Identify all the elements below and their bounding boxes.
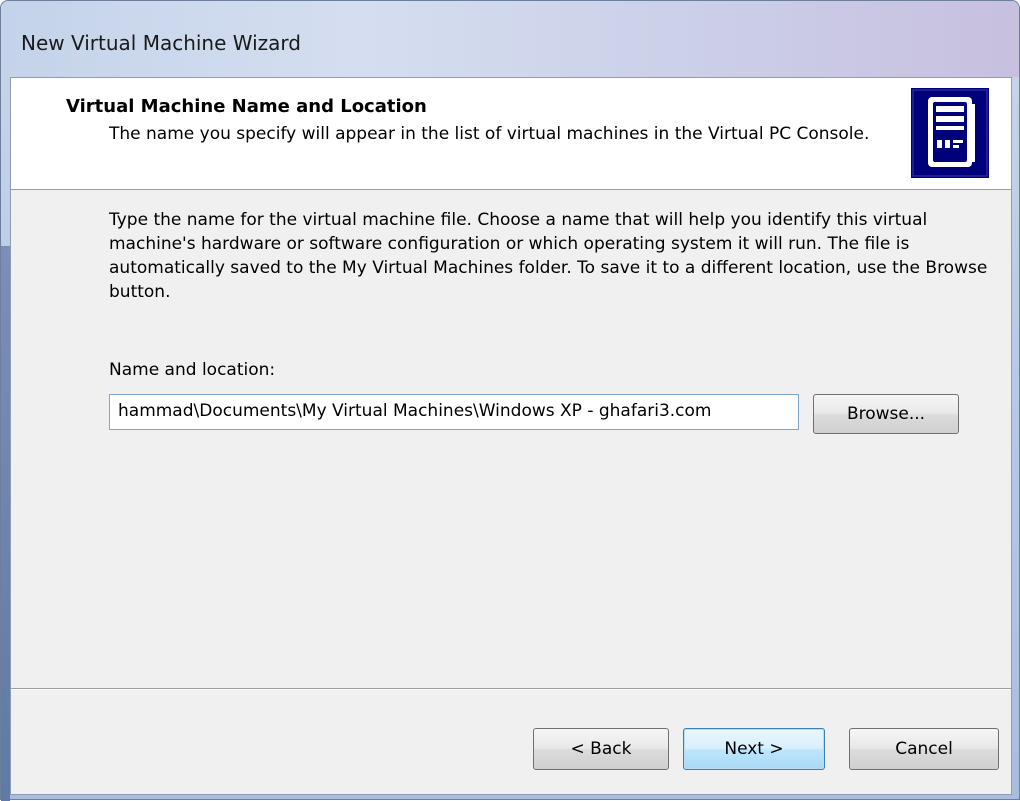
name-location-input[interactable]: hammad\Documents\My Virtual Machines\Win… bbox=[109, 394, 799, 430]
page-subtitle: The name you specify will appear in the … bbox=[109, 124, 870, 144]
name-location-label: Name and location: bbox=[109, 360, 276, 380]
browse-button[interactable]: Browse... bbox=[813, 394, 959, 434]
window-title: New Virtual Machine Wizard bbox=[21, 31, 301, 55]
wizard-header: Virtual Machine Name and Location The na… bbox=[11, 78, 1011, 190]
wizard-client-area: Virtual Machine Name and Location The na… bbox=[10, 77, 1012, 795]
title-bar[interactable]: New Virtual Machine Wizard bbox=[1, 1, 1019, 77]
cancel-button[interactable]: Cancel bbox=[849, 728, 999, 770]
window-frame-edge bbox=[1, 246, 10, 801]
page-title: Virtual Machine Name and Location bbox=[66, 96, 427, 117]
back-button[interactable]: < Back bbox=[533, 728, 669, 770]
footer-divider bbox=[11, 688, 1011, 690]
computer-tower-icon bbox=[911, 88, 989, 178]
wizard-window: New Virtual Machine Wizard Virtual Machi… bbox=[0, 0, 1020, 801]
next-button[interactable]: Next > bbox=[683, 728, 825, 770]
instructions-text: Type the name for the virtual machine fi… bbox=[109, 210, 988, 302]
